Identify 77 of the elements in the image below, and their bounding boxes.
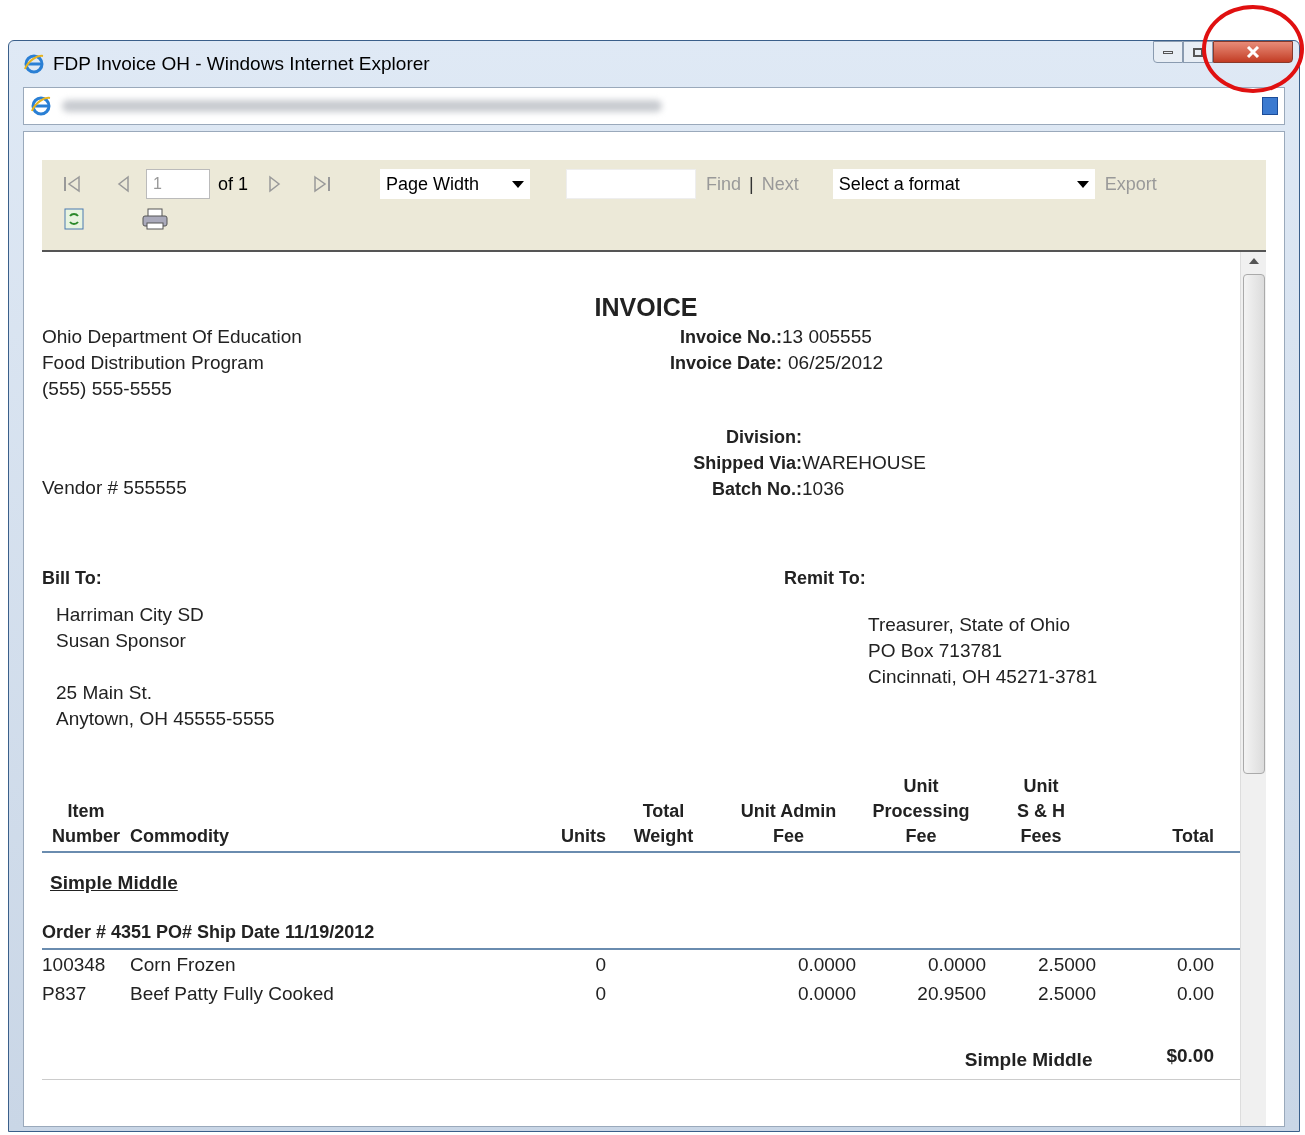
address-line: Anytown, OH 45555-5555 [56, 706, 276, 731]
table-cell: 2.5000 [1037, 983, 1096, 1004]
format-dropdown[interactable]: Select a format [832, 169, 1095, 199]
subtotal-label: Simple Middle [964, 1048, 1093, 1072]
table-cell: 0.00 [1177, 983, 1214, 1004]
link-separator: | [749, 172, 754, 196]
field-label: Division: [725, 426, 802, 449]
refresh-icon[interactable] [64, 208, 84, 230]
group-heading: Simple Middle [50, 870, 178, 895]
next-link[interactable]: Next [761, 170, 799, 198]
column-header: Units [560, 824, 606, 848]
next-page-icon[interactable] [268, 175, 283, 193]
sender-line: (555) 555-5555 [42, 377, 173, 401]
field-label: Batch No.: [711, 478, 802, 501]
address-bar[interactable] [23, 87, 1285, 125]
field-value: 13 005555 [782, 325, 872, 349]
column-header: Unit Processing Fee [871, 774, 971, 848]
address-line: Cincinnati, OH 45271-3781 [868, 664, 1099, 689]
page-number-field[interactable]: 1 [146, 169, 210, 199]
bill-to-label: Bill To: [42, 566, 103, 590]
column-header: Unit Admin Fee [739, 799, 838, 848]
caret-icon [1076, 180, 1089, 188]
sender-line: Ohio Department Of Education [42, 325, 303, 349]
field-label: Shipped Via: [692, 452, 802, 475]
subtotal-value: $0.00 [1166, 1044, 1214, 1068]
address-line: Treasurer, State of Ohio [868, 612, 1072, 637]
address-line: 25 Main St. [56, 680, 154, 705]
zoom-dropdown[interactable]: Page Width [380, 169, 531, 199]
column-header: Total [1171, 824, 1214, 848]
close-button[interactable] [1213, 41, 1293, 63]
table-cell: P837 [42, 983, 87, 1004]
field-label: Invoice No.: [679, 326, 782, 349]
table-cell: 2.5000 [1037, 954, 1096, 975]
close-icon [1246, 46, 1260, 58]
table-cell: 20.9500 [917, 983, 986, 1004]
column-header: Item Number [51, 799, 121, 848]
table-cell: Beef Patty Fully Cooked [130, 983, 334, 1004]
sender-line: Food Distribution Program [42, 351, 265, 375]
find-link[interactable]: Find [706, 170, 742, 198]
minimize-button[interactable] [1153, 41, 1183, 63]
table-cell: 0 [595, 954, 606, 975]
first-page-icon[interactable] [62, 175, 82, 193]
scrollbar[interactable] [1240, 252, 1266, 1126]
browser-logo-icon [23, 53, 45, 75]
table-cell: 0.00 [1177, 954, 1214, 975]
caret-icon [512, 180, 525, 188]
address-line: Harriman City SD [56, 602, 205, 627]
page-icon [30, 95, 52, 117]
page-count: of 1 [218, 172, 249, 196]
export-link[interactable]: Export [1104, 170, 1157, 198]
field-value: 06/25/2012 [788, 351, 884, 375]
window-title: FDP Invoice OH - Windows Internet Explorer [53, 51, 430, 76]
field-value: 1036 [802, 477, 845, 501]
table-cell: 0.0000 [927, 954, 986, 975]
order-heading: Order # 4351 PO# Ship Date 11/19/2012 [42, 919, 1240, 950]
compatibility-icon [1262, 97, 1278, 115]
remit-to-label: Remit To: [783, 566, 867, 590]
address-line: PO Box 713781 [868, 638, 1004, 663]
scrollbar-thumb[interactable] [1242, 274, 1265, 774]
address-line: Susan Sponsor [56, 628, 187, 653]
column-header: Unit S & H Fees [1016, 774, 1066, 848]
table-cell: Corn Frozen [130, 954, 236, 975]
scroll-up-icon[interactable] [1248, 258, 1259, 264]
invoice-title: INVOICE [593, 292, 699, 322]
printer-icon[interactable] [142, 208, 168, 230]
table-cell: 0.0000 [797, 954, 856, 975]
previous-page-icon[interactable] [116, 175, 130, 193]
table-cell: 0.0000 [797, 983, 856, 1004]
column-header: Total Weight [632, 799, 695, 848]
table-cell: 0 [595, 983, 606, 1004]
table-cell: 100348 [42, 954, 106, 975]
field-label: Invoice Date: [668, 352, 782, 375]
find-field[interactable] [566, 169, 697, 199]
column-header: Commodity [130, 824, 230, 848]
vendor-number: Vendor # 555555 [42, 477, 187, 498]
last-page-icon[interactable] [312, 175, 333, 193]
field-value: WAREHOUSE [802, 451, 926, 475]
